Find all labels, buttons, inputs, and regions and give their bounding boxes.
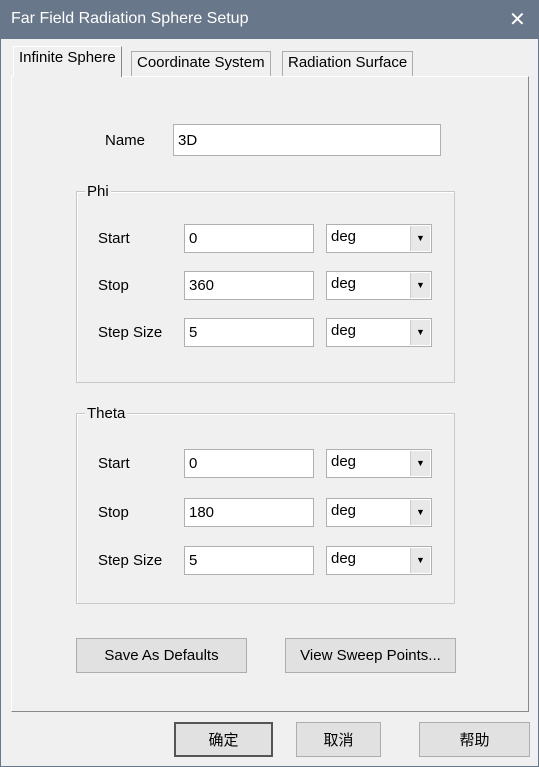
theta-start-input[interactable] bbox=[184, 449, 314, 478]
phi-stop-input[interactable] bbox=[184, 271, 314, 300]
theta-start-unit-value: deg bbox=[331, 453, 357, 470]
tab-panel bbox=[11, 76, 529, 712]
theta-start-unit-select[interactable]: deg ▼ bbox=[326, 449, 432, 478]
phi-start-unit-value: deg bbox=[331, 228, 357, 245]
phi-start-label: Start bbox=[98, 230, 130, 247]
help-button[interactable]: 帮助 bbox=[419, 722, 530, 757]
theta-group-label: Theta bbox=[85, 405, 128, 422]
theta-step-input[interactable] bbox=[184, 546, 314, 575]
chevron-down-icon[interactable]: ▼ bbox=[410, 451, 430, 476]
phi-step-input[interactable] bbox=[184, 318, 314, 347]
theta-stop-input[interactable] bbox=[184, 498, 314, 527]
close-icon[interactable]: ✕ bbox=[509, 7, 526, 32]
phi-step-unit-select[interactable]: deg ▼ bbox=[326, 318, 432, 347]
view-sweep-points-button[interactable]: View Sweep Points... bbox=[285, 638, 456, 673]
window-title: Far Field Radiation Sphere Setup bbox=[11, 10, 249, 27]
theta-step-unit-value: deg bbox=[331, 550, 357, 567]
phi-group-label: Phi bbox=[85, 183, 111, 200]
title-bar: Far Field Radiation Sphere Setup ✕ bbox=[1, 1, 539, 39]
phi-start-input[interactable] bbox=[184, 224, 314, 253]
phi-stop-unit-select[interactable]: deg ▼ bbox=[326, 271, 432, 300]
phi-step-label: Step Size bbox=[98, 324, 163, 341]
save-as-defaults-button[interactable]: Save As Defaults bbox=[76, 638, 247, 673]
chevron-down-icon[interactable]: ▼ bbox=[410, 548, 430, 573]
theta-step-unit-select[interactable]: deg ▼ bbox=[326, 546, 432, 575]
theta-start-label: Start bbox=[98, 455, 130, 472]
phi-stop-label: Stop bbox=[98, 277, 129, 294]
ok-button[interactable]: 确定 bbox=[174, 722, 273, 757]
cancel-button[interactable]: 取消 bbox=[296, 722, 381, 757]
phi-start-unit-select[interactable]: deg ▼ bbox=[326, 224, 432, 253]
phi-stop-unit-value: deg bbox=[331, 275, 357, 292]
name-input[interactable] bbox=[173, 124, 441, 156]
chevron-down-icon[interactable]: ▼ bbox=[410, 226, 430, 251]
chevron-down-icon[interactable]: ▼ bbox=[410, 500, 430, 525]
theta-stop-label: Stop bbox=[98, 504, 129, 521]
name-label: Name bbox=[105, 132, 146, 149]
tab-coordinate-system[interactable]: Coordinate System bbox=[131, 51, 271, 76]
chevron-down-icon[interactable]: ▼ bbox=[410, 320, 430, 345]
chevron-down-icon[interactable]: ▼ bbox=[410, 273, 430, 298]
theta-step-label: Step Size bbox=[98, 552, 163, 569]
theta-stop-unit-select[interactable]: deg ▼ bbox=[326, 498, 432, 527]
theta-stop-unit-value: deg bbox=[331, 502, 357, 519]
tab-infinite-sphere[interactable]: Infinite Sphere bbox=[13, 46, 122, 77]
phi-step-unit-value: deg bbox=[331, 322, 357, 339]
tab-radiation-surface[interactable]: Radiation Surface bbox=[282, 51, 414, 76]
